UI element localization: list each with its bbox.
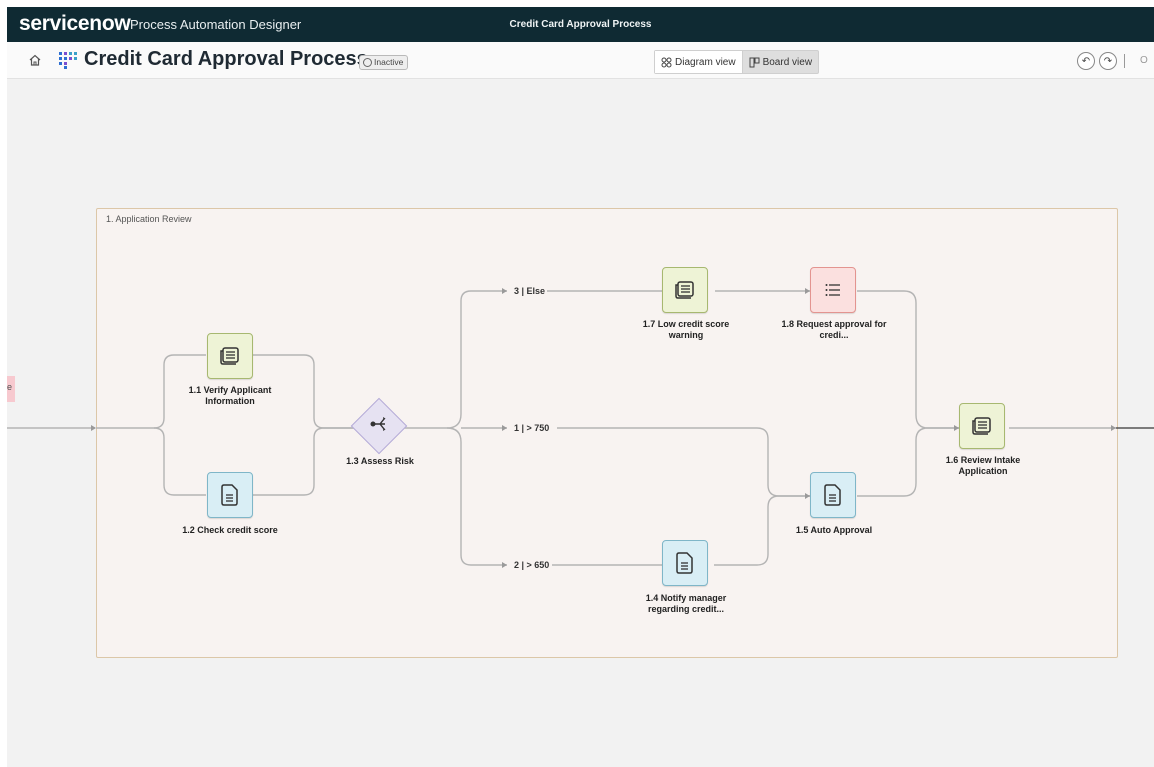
- activity-node-notify-manager[interactable]: [662, 540, 708, 586]
- form-icon: [220, 347, 239, 365]
- branch-icon: [370, 417, 386, 431]
- node-label-auto-approval: 1.5 Auto Approval: [795, 525, 873, 535]
- node-label-credit: 1.2 Check credit score: [182, 525, 278, 535]
- activity-node-request-approval[interactable]: [810, 267, 856, 313]
- branch-label-else[interactable]: 3 | Else: [514, 286, 545, 296]
- document-icon: [221, 484, 238, 506]
- node-label-assess: 1.3 Assess Risk: [346, 456, 414, 466]
- node-label-notify-manager: 1.4 Notify manager regarding credit...: [645, 593, 727, 614]
- branch-label-gt-750[interactable]: 1 | > 750: [514, 423, 549, 433]
- document-icon: [676, 552, 693, 574]
- activity-node-verify[interactable]: [207, 333, 253, 379]
- branch-label-gt-650[interactable]: 2 | > 650: [514, 560, 549, 570]
- node-label-verify: 1.1 Verify Applicant Information: [188, 385, 272, 406]
- node-label-low-credit: 1.7 Low credit score warning: [642, 319, 730, 340]
- document-icon: [824, 484, 841, 506]
- list-icon: [825, 284, 840, 296]
- activity-node-review-intake[interactable]: [959, 403, 1005, 449]
- node-label-request-approval: 1.8 Request approval for credi...: [781, 319, 887, 340]
- app-window: servicenow Process Automation Designer C…: [7, 7, 1154, 767]
- form-icon: [675, 281, 694, 299]
- node-label-review-intake: 1.6 Review Intake Application: [945, 455, 1021, 476]
- activity-node-auto-approval[interactable]: [810, 472, 856, 518]
- activity-node-low-credit[interactable]: [662, 267, 708, 313]
- activity-node-credit[interactable]: [207, 472, 253, 518]
- form-icon: [972, 417, 991, 435]
